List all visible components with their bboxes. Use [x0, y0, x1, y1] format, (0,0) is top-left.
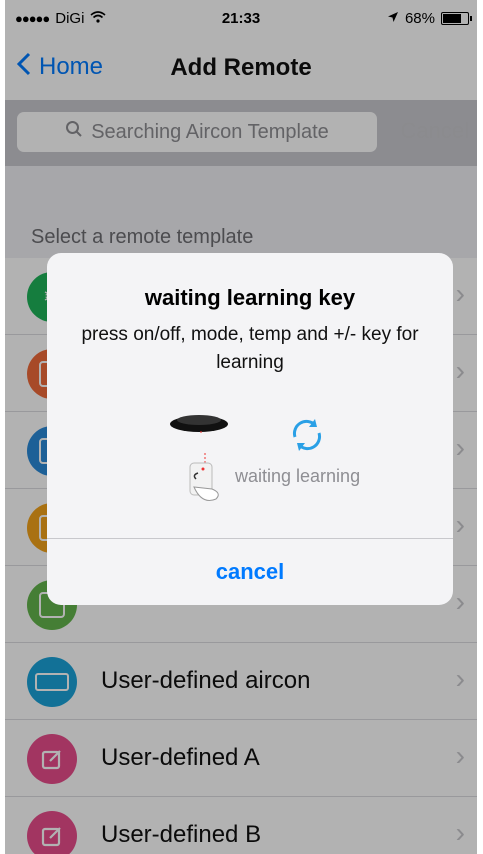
ir-hub-icon [170, 415, 228, 433]
learning-dialog: waiting learning key press on/off, mode,… [47, 253, 453, 605]
refresh-icon [292, 419, 322, 451]
screen: ●●●●● DiGi 21:33 68% Home Add Remote Sea… [5, 0, 477, 854]
dialog-message: press on/off, mode, temp and +/- key for… [81, 324, 419, 373]
remote-in-hand-icon [189, 453, 219, 501]
dialog-title: waiting learning key [144, 285, 356, 310]
waiting-status: waiting learning [235, 466, 361, 486]
cancel-button[interactable]: cancel [47, 538, 453, 605]
